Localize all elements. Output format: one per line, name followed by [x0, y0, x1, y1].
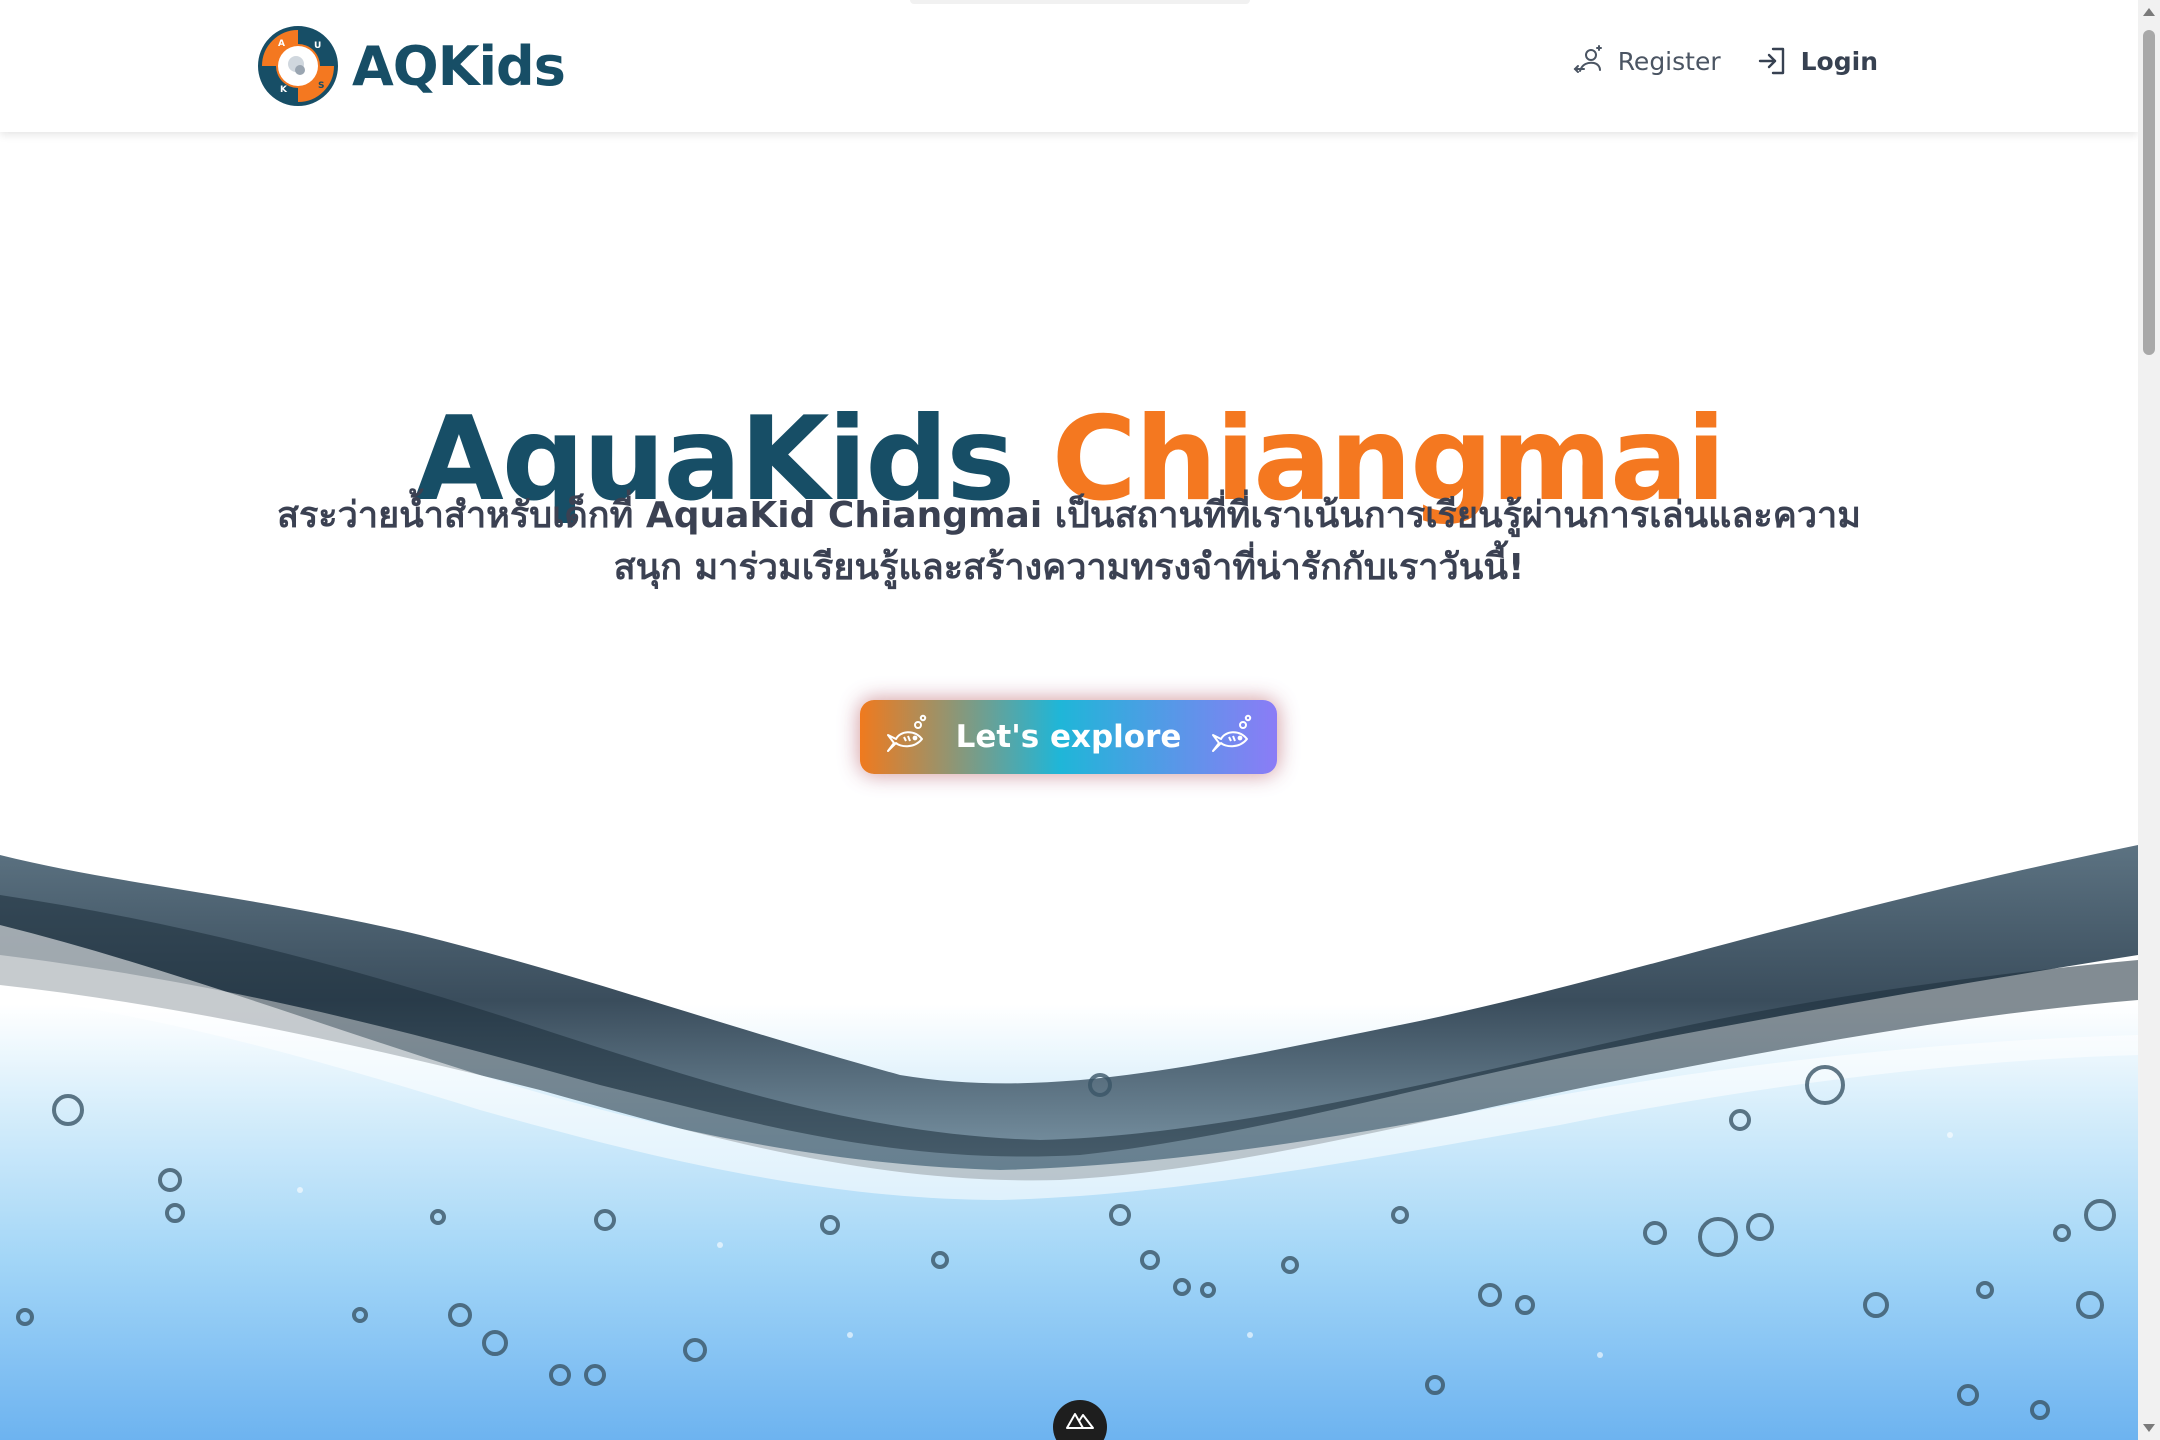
svg-text:A: A — [278, 39, 285, 49]
svg-text:S: S — [318, 81, 324, 91]
page: A U S K AQKids Register Login AquaKids C… — [0, 0, 2138, 1440]
top-handle — [910, 0, 1250, 4]
login-link[interactable]: Login — [1755, 44, 1878, 78]
scroll-down-arrow-icon[interactable] — [2143, 1424, 2155, 1432]
login-icon — [1758, 47, 1784, 75]
svg-text:U: U — [314, 41, 321, 51]
scroll-up-arrow-icon[interactable] — [2143, 8, 2155, 16]
scroll-thumb[interactable] — [2143, 30, 2155, 355]
explore-label: Let's explore — [955, 719, 1182, 755]
water-splash-image — [0, 835, 2138, 1440]
register-icon — [1573, 45, 1602, 73]
hero-subtitle-line1: สระว่ายน้ำสำหรับเด็กที่ AquaKid Chiangma… — [277, 495, 1861, 536]
aquakids-logo: A U S K — [258, 26, 338, 106]
hero-subtitle-line2: สนุก มาร่วมเรียนรู้และสร้างความทรงจำที่น… — [613, 547, 1525, 588]
hero-subtitle: สระว่ายน้ำสำหรับเด็กที่ AquaKid Chiangma… — [210, 490, 1928, 594]
fish-icon — [1212, 714, 1252, 752]
page-scrollbar[interactable] — [2138, 0, 2160, 1440]
login-label: Login — [1800, 46, 1878, 76]
svg-text:K: K — [280, 85, 288, 95]
explore-button[interactable]: Let's explore — [860, 700, 1277, 774]
top-nav: Register Login — [1572, 44, 1878, 78]
register-label: Register — [1617, 46, 1721, 76]
register-link[interactable]: Register — [1572, 44, 1721, 78]
fish-icon — [886, 714, 926, 752]
brand-link[interactable]: A U S K AQKids — [258, 24, 566, 108]
brand-name: AQKids — [352, 34, 566, 98]
nuxt-icon — [1066, 1413, 1094, 1429]
site-header: A U S K AQKids Register Login — [0, 0, 2138, 132]
